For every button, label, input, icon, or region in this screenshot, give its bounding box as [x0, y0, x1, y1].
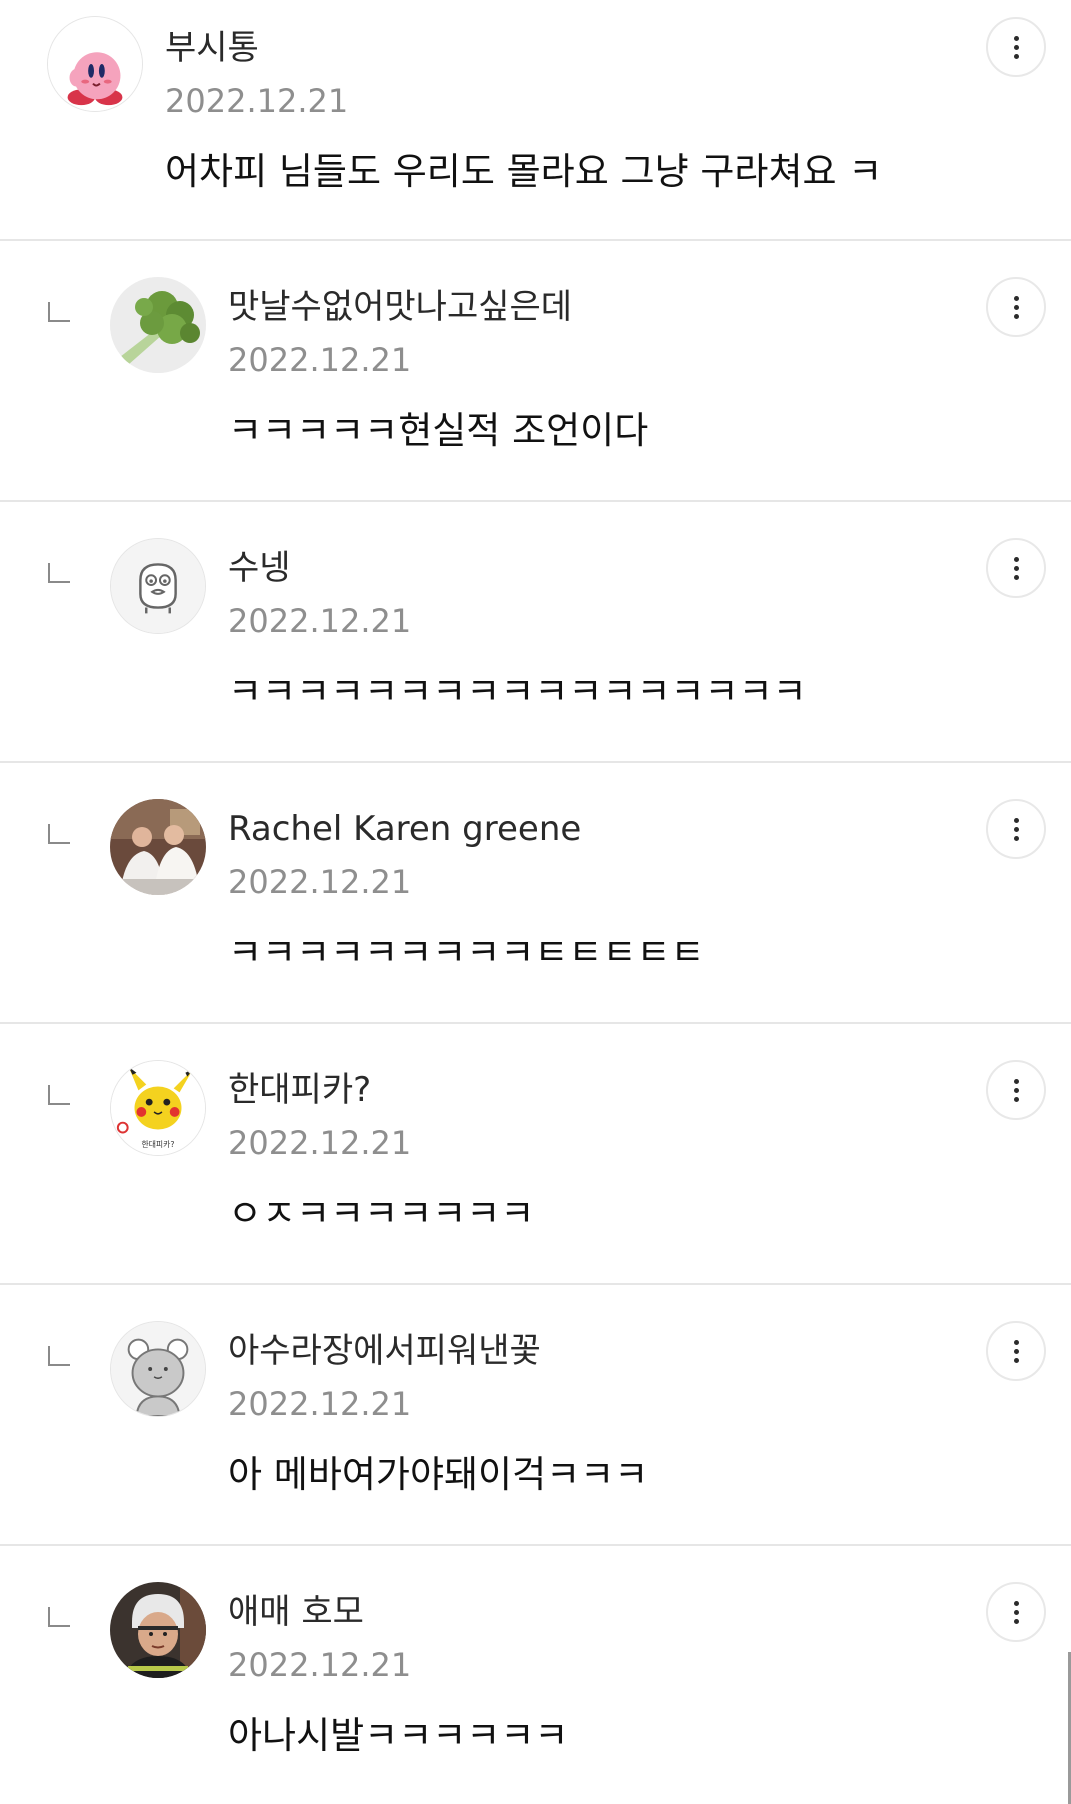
comment-date: 2022.12.21	[228, 1124, 412, 1162]
more-vertical-icon	[1014, 1601, 1019, 1606]
comment-text: ㅋㅋㅋㅋㅋ현실적 조언이다	[228, 409, 649, 452]
more-options-button[interactable]	[986, 1582, 1046, 1642]
comment-text: ㅋㅋㅋㅋㅋㅋㅋㅋㅋㅋㅋㅋㅋㅋㅋㅋㅋ	[228, 670, 807, 713]
reply-arrow-icon	[48, 1346, 70, 1366]
more-options-button[interactable]	[986, 17, 1046, 77]
reply-arrow-icon	[48, 1085, 70, 1105]
comment-text: 아 메바여가야돼이걱ㅋㅋㅋ	[228, 1453, 649, 1496]
comment-text: ㅇㅈㅋㅋㅋㅋㅋㅋㅋ	[228, 1192, 535, 1235]
comment-date: 2022.12.21	[228, 863, 412, 901]
more-options-button[interactable]	[986, 1060, 1046, 1120]
comment-username[interactable]: 애매 호모	[228, 1592, 364, 1632]
more-vertical-icon	[1014, 818, 1019, 823]
comment-text: 아나시발ㅋㅋㅋㅋㅋㅋ	[228, 1714, 569, 1757]
more-vertical-icon	[1014, 296, 1019, 301]
comment-text: ㅋㅋㅋㅋㅋㅋㅋㅋㅋㅌㅌㅌㅌㅌ	[228, 931, 705, 974]
comment-username[interactable]: 부시통	[165, 28, 259, 68]
reply-comment-item: Rachel Karen greene 2022.12.21 ㅋㅋㅋㅋㅋㅋㅋㅋㅋ…	[0, 763, 1071, 1024]
avatar-caption: 한대피카?	[142, 1140, 175, 1149]
reply-arrow-icon	[48, 563, 70, 583]
kirby-avatar-icon[interactable]	[47, 16, 143, 112]
comment-date: 2022.12.21	[228, 341, 412, 379]
more-vertical-icon	[1014, 557, 1019, 562]
default-character-avatar-icon[interactable]	[110, 538, 206, 634]
pikachu-avatar-icon[interactable]: 한대피카?	[110, 1060, 206, 1156]
comment-username[interactable]: Rachel Karen greene	[228, 809, 581, 849]
more-vertical-icon	[1014, 36, 1019, 41]
more-vertical-icon	[1014, 1340, 1019, 1345]
comment-username[interactable]: 맛날수없어맛나고싶은데	[228, 287, 572, 327]
photo-avatar-icon[interactable]	[110, 799, 206, 895]
broccoli-avatar-icon[interactable]	[110, 277, 206, 373]
reply-arrow-icon	[48, 1607, 70, 1627]
more-options-button[interactable]	[986, 799, 1046, 859]
more-options-button[interactable]	[986, 1321, 1046, 1381]
comment-date: 2022.12.21	[228, 1646, 412, 1684]
more-vertical-icon	[1014, 1079, 1019, 1084]
reply-comment-item: 맛날수없어맛나고싶은데 2022.12.21 ㅋㅋㅋㅋㅋ현실적 조언이다	[0, 241, 1071, 502]
comment-date: 2022.12.21	[228, 602, 412, 640]
more-options-button[interactable]	[986, 277, 1046, 337]
reply-comment-item: 아수라장에서피워낸꽃 2022.12.21 아 메바여가야돼이걱ㅋㅋㅋ	[0, 1285, 1071, 1546]
comment-date: 2022.12.21	[165, 82, 349, 120]
reply-arrow-icon	[48, 302, 70, 322]
comment-username[interactable]: 한대피카?	[228, 1070, 371, 1110]
comment-item: 부시통 2022.12.21 어차피 님들도 우리도 몰라요 그냥 구라쳐요 ㅋ	[0, 0, 1071, 241]
comment-date: 2022.12.21	[228, 1385, 412, 1423]
comment-username[interactable]: 아수라장에서피워낸꽃	[228, 1331, 541, 1371]
default-bear-avatar-icon[interactable]	[110, 1321, 206, 1417]
reply-comment-item: 한대피카? 한대피카? 2022.12.21 ㅇㅈㅋㅋㅋㅋㅋㅋㅋ	[0, 1024, 1071, 1285]
reply-comment-item: 수넹 2022.12.21 ㅋㅋㅋㅋㅋㅋㅋㅋㅋㅋㅋㅋㅋㅋㅋㅋㅋ	[0, 502, 1071, 763]
more-options-button[interactable]	[986, 538, 1046, 598]
comment-username[interactable]: 수넹	[228, 548, 291, 588]
person-photo-avatar-icon[interactable]	[110, 1582, 206, 1678]
reply-arrow-icon	[48, 824, 70, 844]
comment-text: 어차피 님들도 우리도 몰라요 그냥 구라쳐요 ㅋ	[165, 150, 883, 193]
reply-comment-item: 애매 호모 2022.12.21 아나시발ㅋㅋㅋㅋㅋㅋ	[0, 1546, 1071, 1804]
